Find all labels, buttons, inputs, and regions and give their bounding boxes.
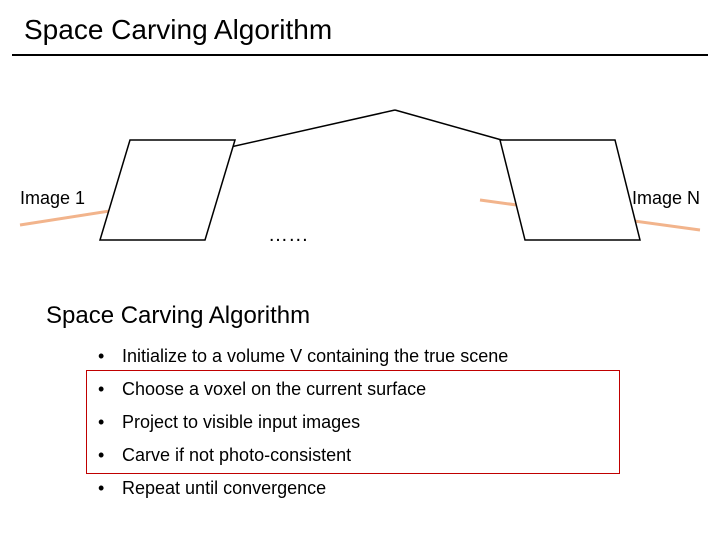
- list-item: • Repeat until convergence: [98, 472, 508, 505]
- image-plane-n-icon: [500, 140, 640, 240]
- ellipsis-label: …...: [268, 224, 309, 247]
- bullet-icon: •: [98, 373, 122, 406]
- list-item: • Choose a voxel on the current surface: [98, 373, 508, 406]
- bullet-icon: •: [98, 472, 122, 505]
- slide: Space Carving Algorithm Image 1 Image N …: [0, 0, 720, 540]
- list-item: • Initialize to a volume V containing th…: [98, 340, 508, 373]
- page-title: Space Carving Algorithm: [24, 14, 332, 46]
- list-item: • Project to visible input images: [98, 406, 508, 439]
- bullet-icon: •: [98, 340, 122, 373]
- image-n-label: Image N: [632, 188, 700, 209]
- section-subhead: Space Carving Algorithm: [46, 302, 310, 330]
- bullet-icon: •: [98, 406, 122, 439]
- bullet-text: Initialize to a volume V containing the …: [122, 340, 508, 373]
- image-1-label: Image 1: [20, 188, 85, 209]
- bullet-text: Project to visible input images: [122, 406, 360, 439]
- bullet-text: Choose a voxel on the current surface: [122, 373, 426, 406]
- bullet-icon: •: [98, 439, 122, 472]
- space-carving-diagram: [0, 60, 720, 260]
- bullet-text: Carve if not photo-consistent: [122, 439, 351, 472]
- list-item: • Carve if not photo-consistent: [98, 439, 508, 472]
- bullet-text: Repeat until convergence: [122, 472, 326, 505]
- title-underline: [12, 54, 708, 56]
- bullet-list: • Initialize to a volume V containing th…: [98, 340, 508, 505]
- image-plane-1-icon: [100, 140, 235, 240]
